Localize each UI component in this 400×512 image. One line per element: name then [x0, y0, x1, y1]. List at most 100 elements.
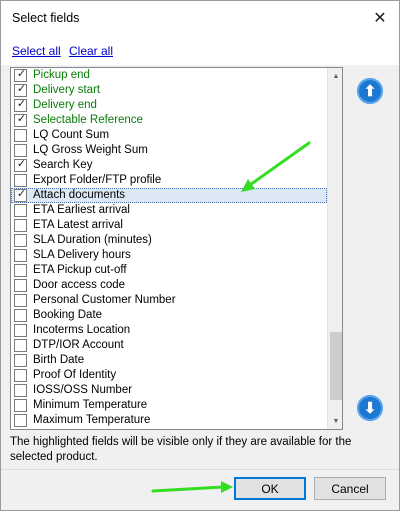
- field-checkbox[interactable]: [14, 414, 27, 427]
- checkmark-icon: ✓: [16, 158, 27, 170]
- field-row[interactable]: Birth Date: [11, 353, 327, 368]
- field-label: Delivery end: [33, 99, 97, 111]
- field-checkbox[interactable]: [14, 144, 27, 157]
- field-checkbox[interactable]: ✓: [14, 98, 27, 112]
- field-row[interactable]: LQ Gross Weight Sum: [11, 143, 327, 158]
- field-label: LQ Count Sum: [33, 129, 110, 141]
- field-label: Minimum Temperature: [33, 399, 148, 411]
- arrow-down-icon: ⬇: [363, 400, 377, 417]
- field-checkbox[interactable]: [14, 264, 27, 277]
- field-row[interactable]: Booking Date: [11, 308, 327, 323]
- visibility-note: The highlighted fields will be visible o…: [10, 436, 352, 463]
- field-checkbox[interactable]: [14, 234, 27, 247]
- field-row[interactable]: ✓ Pickup end: [11, 68, 327, 83]
- field-row[interactable]: ETA Pickup cut-off: [11, 263, 327, 278]
- field-row[interactable]: ✓ Search Key: [11, 158, 327, 173]
- selection-links: Select all Clear all: [1, 35, 399, 65]
- field-checkbox[interactable]: [14, 129, 27, 142]
- scroll-thumb[interactable]: [330, 331, 342, 400]
- field-checkbox[interactable]: [14, 399, 27, 412]
- field-label: SLA Duration (minutes): [33, 234, 152, 246]
- field-checkbox[interactable]: [14, 249, 27, 262]
- field-label: Selectable Reference: [33, 114, 143, 126]
- field-label: Booking Date: [33, 309, 103, 321]
- field-row[interactable]: Proof Of Identity: [11, 368, 327, 383]
- field-label: Attach documents: [33, 189, 126, 201]
- checkmark-icon: ✓: [16, 98, 27, 110]
- field-row[interactable]: SLA Duration (minutes): [11, 233, 327, 248]
- field-row[interactable]: ✓ Delivery start: [11, 83, 327, 98]
- field-label: IOSS/OSS Number: [33, 384, 133, 396]
- field-row[interactable]: LQ Count Sum: [11, 128, 327, 143]
- field-label: ETA Pickup cut-off: [33, 264, 127, 276]
- field-label: Delivery start: [33, 84, 101, 96]
- field-checkbox[interactable]: [14, 309, 27, 322]
- field-label: Pickup end: [33, 69, 90, 81]
- field-label: ETA Latest arrival: [33, 219, 123, 231]
- field-row[interactable]: Export Folder/FTP profile: [11, 173, 327, 188]
- checkmark-icon: ✓: [16, 113, 27, 125]
- field-label: Export Folder/FTP profile: [33, 174, 162, 186]
- field-label: LQ Gross Weight Sum: [33, 144, 148, 156]
- cancel-button[interactable]: Cancel: [314, 477, 386, 500]
- move-up-button[interactable]: ⬆: [357, 78, 383, 104]
- field-checkbox[interactable]: ✓: [14, 113, 27, 127]
- field-row[interactable]: SLA Delivery hours: [11, 248, 327, 263]
- field-label: SLA Delivery hours: [33, 249, 131, 261]
- move-down-button[interactable]: ⬇: [357, 395, 383, 421]
- title-bar: Select fields ✕: [1, 1, 399, 35]
- dialog-title: Select fields: [12, 11, 80, 25]
- field-label: Door access code: [33, 279, 126, 291]
- field-label: Birth Date: [33, 354, 85, 366]
- field-row[interactable]: ✓ Delivery end: [11, 98, 327, 113]
- field-row[interactable]: IOSS/OSS Number: [11, 383, 327, 398]
- select-all-link[interactable]: Select all: [12, 44, 61, 58]
- field-checkbox[interactable]: ✓: [14, 188, 27, 202]
- field-row[interactable]: ✓ Attach documents: [11, 188, 327, 203]
- field-label: Proof Of Identity: [33, 369, 117, 381]
- field-row[interactable]: ETA Earliest arrival: [11, 203, 327, 218]
- close-icon: ✕: [373, 10, 387, 27]
- field-checkbox[interactable]: [14, 174, 27, 187]
- scroll-down-button[interactable]: ▼: [328, 413, 342, 429]
- field-label: ETA Earliest arrival: [33, 204, 130, 216]
- field-checkbox[interactable]: [14, 339, 27, 352]
- field-label: Maximum Temperature: [33, 414, 151, 426]
- arrow-up-icon: ⬆: [363, 83, 377, 100]
- vertical-scrollbar[interactable]: ▲ ▼: [327, 68, 342, 429]
- field-label: Personal Customer Number: [33, 294, 176, 306]
- field-checkbox[interactable]: [14, 354, 27, 367]
- fields-rows: ✓ Pickup end ✓ Delivery start ✓ Delivery end ✓…: [11, 68, 327, 428]
- field-row[interactable]: ETA Latest arrival: [11, 218, 327, 233]
- field-row[interactable]: ✓ Selectable Reference: [11, 113, 327, 128]
- field-checkbox[interactable]: ✓: [14, 83, 27, 97]
- field-row[interactable]: Personal Customer Number: [11, 293, 327, 308]
- ok-button[interactable]: OK: [234, 477, 306, 500]
- scroll-up-button[interactable]: ▲: [328, 68, 342, 84]
- clear-all-link[interactable]: Clear all: [69, 44, 113, 58]
- field-checkbox[interactable]: [14, 204, 27, 217]
- field-checkbox[interactable]: [14, 369, 27, 382]
- close-button[interactable]: ✕: [367, 5, 393, 31]
- field-row[interactable]: DTP/IOR Account: [11, 338, 327, 353]
- field-checkbox[interactable]: [14, 294, 27, 307]
- field-checkbox[interactable]: [14, 384, 27, 397]
- field-label: Search Key: [33, 159, 93, 171]
- field-checkbox[interactable]: [14, 279, 27, 292]
- field-checkbox[interactable]: ✓: [14, 68, 27, 82]
- fields-list[interactable]: ✓ Pickup end ✓ Delivery start ✓ Delivery end ✓…: [10, 67, 343, 430]
- field-checkbox[interactable]: [14, 324, 27, 337]
- field-row[interactable]: Maximum Temperature: [11, 413, 327, 428]
- field-row[interactable]: Minimum Temperature: [11, 398, 327, 413]
- field-label: Incoterms Location: [33, 324, 131, 336]
- button-separator: [1, 469, 399, 470]
- select-fields-dialog: Select fields ✕ Select all Clear all ✓ Pi…: [0, 0, 400, 511]
- checkmark-icon: ✓: [16, 68, 27, 80]
- annotation-arrow-to-ok: [151, 481, 233, 493]
- field-row[interactable]: Incoterms Location: [11, 323, 327, 338]
- field-checkbox[interactable]: ✓: [14, 158, 27, 172]
- field-row[interactable]: Door access code: [11, 278, 327, 293]
- checkmark-icon: ✓: [16, 83, 27, 95]
- field-checkbox[interactable]: [14, 219, 27, 232]
- checkmark-icon: ✓: [16, 188, 27, 200]
